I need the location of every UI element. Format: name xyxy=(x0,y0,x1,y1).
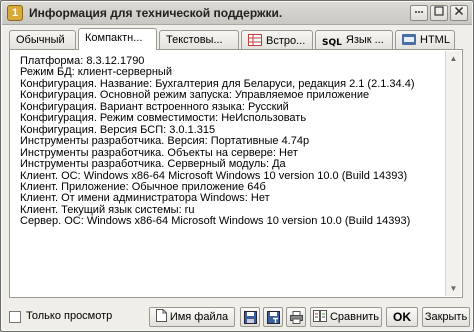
tab-bar: Обычный Компактн... Текстовы... Встро...… xyxy=(9,28,469,50)
html-icon xyxy=(402,34,416,48)
filename-button-label: Имя файла xyxy=(169,311,229,323)
tab-label: Встро... xyxy=(266,35,306,47)
maximize-button[interactable] xyxy=(430,5,448,21)
vertical-scrollbar[interactable]: ▲ ▼ xyxy=(445,51,461,296)
compare-button[interactable]: Сравнить xyxy=(310,307,382,327)
close-icon xyxy=(454,6,464,16)
bottom-bar: Только просмотр Имя файла Сравнить OK За… xyxy=(1,305,473,329)
menu-button[interactable] xyxy=(410,5,428,21)
scroll-up-icon[interactable]: ▲ xyxy=(446,51,461,66)
filename-button[interactable]: Имя файла xyxy=(149,307,235,327)
ok-button[interactable]: OK xyxy=(386,307,418,327)
tab-content: Платформа: 8.3.12.1790 Режим БД: клиент-с… xyxy=(9,49,463,298)
compare-button-label: Сравнить xyxy=(329,311,379,323)
save-as-icon xyxy=(266,311,280,324)
tab-label: Язык ... xyxy=(345,34,384,46)
scroll-down-icon[interactable]: ▼ xyxy=(446,281,461,296)
info-line: Конфигурация. Режим совместимости: НеИсп… xyxy=(20,112,307,125)
close-button[interactable]: Закрыть xyxy=(422,307,470,327)
tab-label: Компактн... xyxy=(85,32,143,44)
print-button[interactable] xyxy=(286,307,306,327)
tab-label: HTML xyxy=(420,34,450,46)
dots-icon xyxy=(415,11,423,13)
close-button-label: Закрыть xyxy=(424,311,468,323)
tab-compact[interactable]: Компактн... xyxy=(78,28,157,50)
tab-builtin[interactable]: Встро... xyxy=(241,30,313,49)
view-only-label: Только просмотр xyxy=(26,310,113,322)
ok-button-label: OK xyxy=(393,310,411,324)
table-icon xyxy=(248,34,262,49)
floppy-icon xyxy=(243,311,257,324)
tab-html[interactable]: HTML xyxy=(395,30,455,49)
save-button[interactable] xyxy=(240,307,260,327)
printer-icon xyxy=(289,311,303,324)
tab-label: Обычный xyxy=(16,34,65,46)
compare-icon xyxy=(312,310,327,328)
tab-text[interactable]: Текстовы... xyxy=(159,30,239,49)
sql-icon: SQL xyxy=(322,38,342,48)
save-as-button[interactable] xyxy=(263,307,283,327)
document-icon xyxy=(155,309,167,328)
view-only-checkbox[interactable] xyxy=(9,311,21,323)
info-text-area[interactable]: Платформа: 8.3.12.1790 Режим БД: клиент-с… xyxy=(20,56,440,292)
tab-label: Текстовы... xyxy=(166,34,223,46)
close-window-button[interactable] xyxy=(450,5,468,21)
app-icon: 1 xyxy=(7,5,23,21)
info-line: Инструменты разработчика. Серверный моду… xyxy=(20,158,286,171)
tab-normal[interactable]: Обычный xyxy=(9,30,76,49)
dialog-window: 1 Информация для технической поддержки. … xyxy=(0,0,474,332)
window-title: Информация для технической поддержки. xyxy=(29,6,283,20)
info-line: Инструменты разработчика. Версия: Портат… xyxy=(20,135,310,148)
maximize-icon xyxy=(434,6,444,16)
tab-sql-language[interactable]: SQL Язык ... xyxy=(315,30,393,49)
title-bar[interactable]: 1 Информация для технической поддержки. xyxy=(2,2,472,25)
info-line: Сервер. ОС: Windows x86-64 Microsoft Win… xyxy=(20,215,411,228)
